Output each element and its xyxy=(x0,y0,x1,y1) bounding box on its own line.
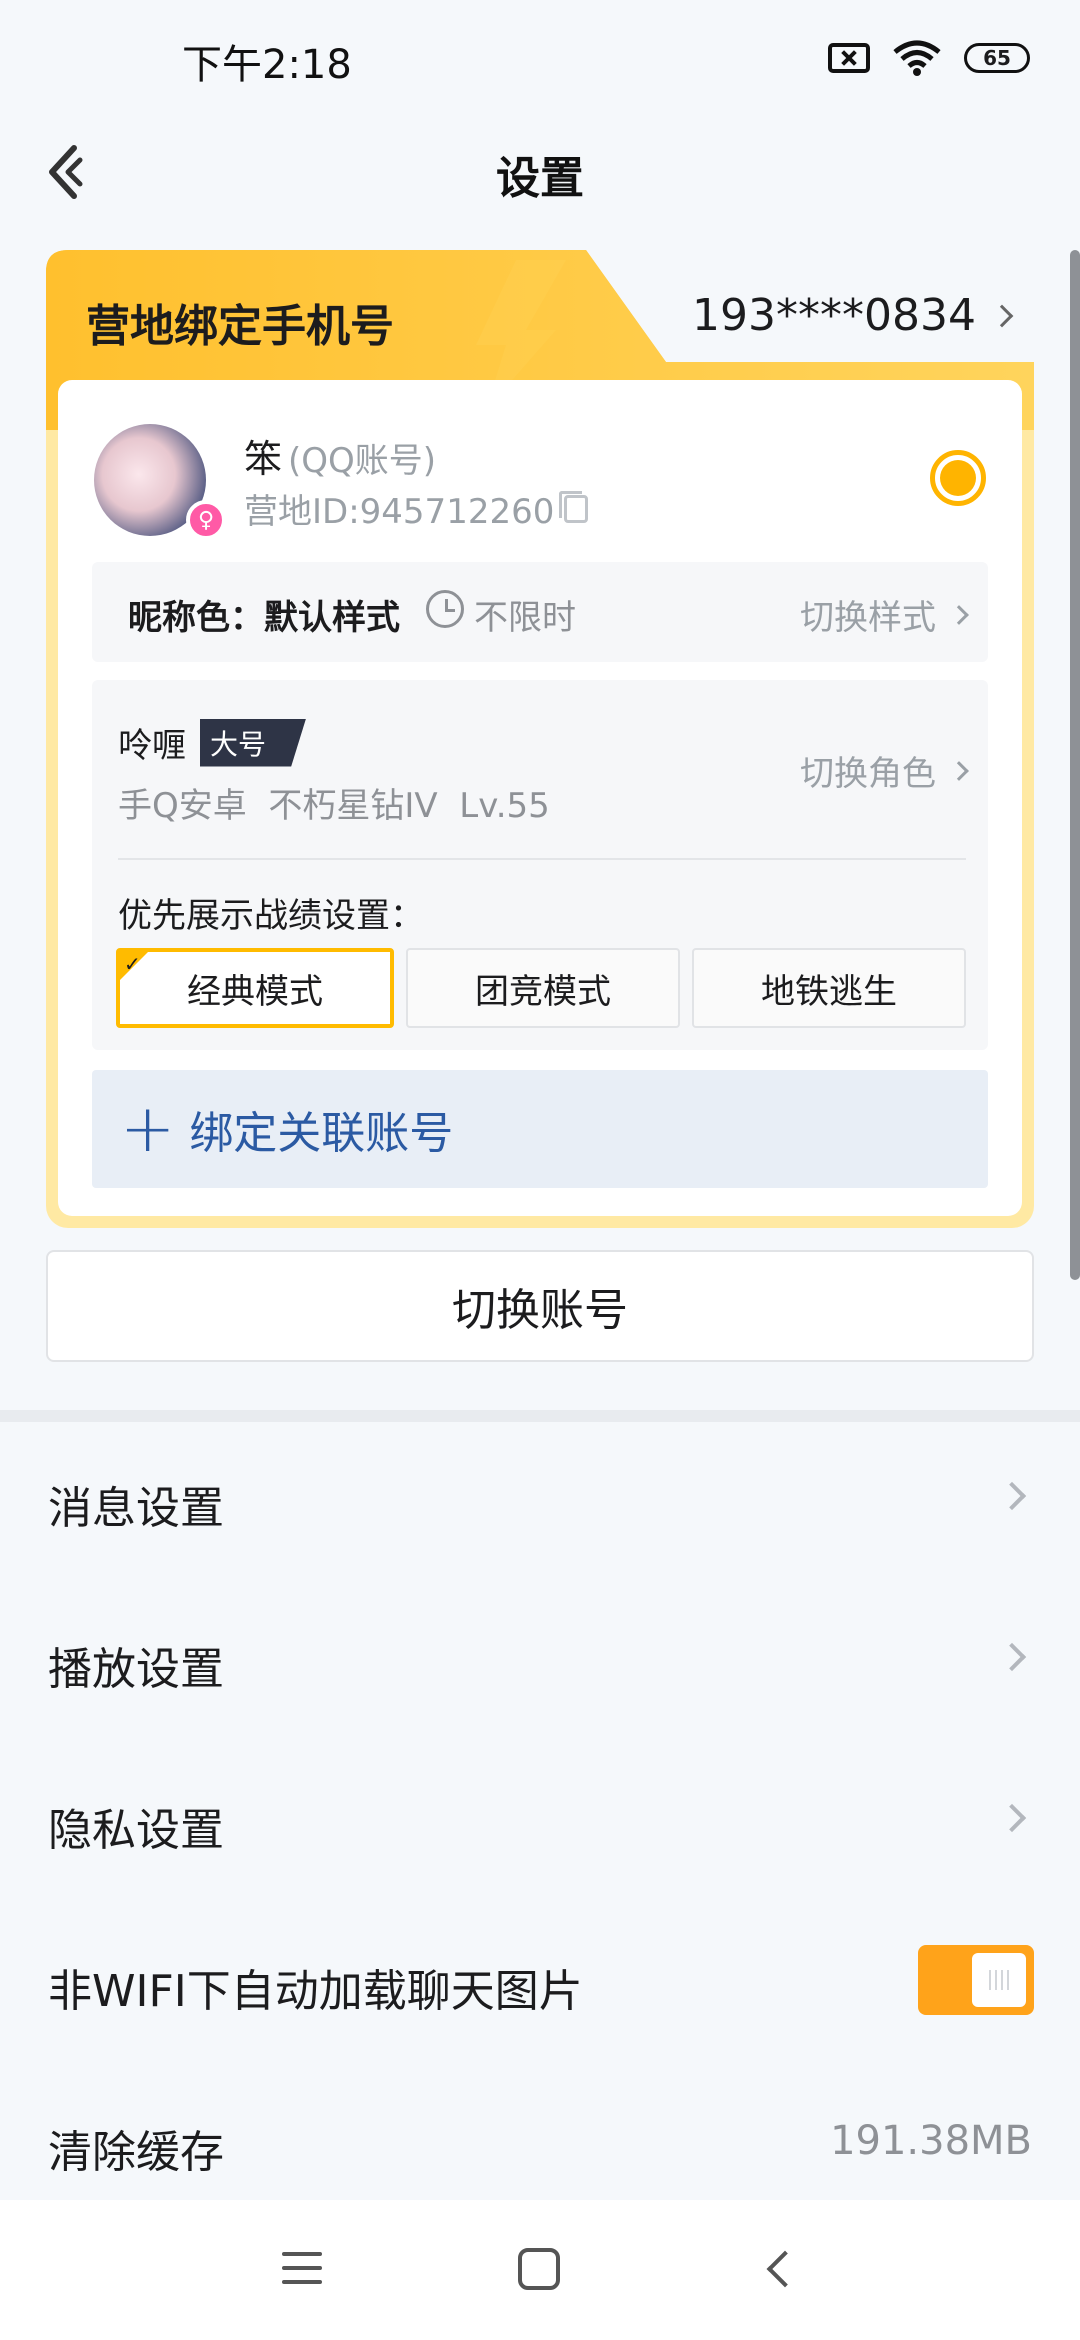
clock-icon xyxy=(426,590,464,628)
chevron-right-icon xyxy=(997,1481,1027,1511)
chevron-right-icon xyxy=(990,304,1014,327)
phone-number-link[interactable]: 193****0834 xyxy=(692,290,1014,341)
account-selected-radio[interactable] xyxy=(930,450,986,506)
switch-role-label: 切换角色 xyxy=(800,754,936,794)
role-name: 呤喱 xyxy=(118,726,186,766)
main-account-tag: 大号 xyxy=(200,718,307,767)
setting-playback[interactable]: 播放设置 xyxy=(0,1583,1080,1744)
nickname-color-title: 昵称色： xyxy=(128,598,264,638)
no-sim-icon xyxy=(828,43,870,73)
home-icon[interactable] xyxy=(518,2248,560,2290)
copy-icon[interactable] xyxy=(559,490,589,523)
battery-indicator: 65 xyxy=(964,43,1030,73)
app-header: 设置 xyxy=(0,120,1080,220)
mode-label: 经典模式 xyxy=(187,971,323,1012)
mode-selector: ✓ 经典模式 团竞模式 地铁逃生 xyxy=(116,948,966,1030)
plus-icon: + xyxy=(120,1090,176,1167)
gender-female-icon: ♀ xyxy=(186,500,226,540)
mode-label: 地铁逃生 xyxy=(761,971,897,1012)
setting-message[interactable]: 消息设置 xyxy=(0,1422,1080,1583)
wifi-icon xyxy=(893,40,941,76)
section-divider xyxy=(0,1410,1080,1422)
scroll-indicator xyxy=(1070,250,1080,1280)
camp-id[interactable]: 营地ID:945712260 xyxy=(244,484,589,533)
status-icons: 65 xyxy=(828,40,1030,76)
account-type: (QQ账号) xyxy=(288,441,437,481)
switch-role-button[interactable]: 切换角色 xyxy=(800,746,969,795)
system-nav-bar xyxy=(0,2200,1080,2340)
phone-number: 193****0834 xyxy=(692,290,976,341)
mode-classic-button[interactable]: ✓ 经典模式 xyxy=(116,948,394,1028)
status-time: 下午2:18 xyxy=(182,42,352,88)
role-info: 手Q安卓 不朽星钻IV Lv.55 xyxy=(118,786,550,826)
bind-linked-account-label: 绑定关联账号 xyxy=(189,1108,454,1159)
setting-label: 清除缓存 xyxy=(48,2127,224,2178)
setting-auto-load-images: 非WIFI下自动加载聊天图片 xyxy=(0,1905,1080,2066)
bind-linked-account-button[interactable]: + 绑定关联账号 xyxy=(92,1070,988,1188)
chevron-right-icon xyxy=(997,1803,1027,1833)
chevron-right-icon xyxy=(949,760,969,781)
mode-label: 团竞模式 xyxy=(475,971,611,1012)
user-nickname: 笨 xyxy=(244,437,283,481)
game-role-box: 呤喱 大号 手Q安卓 不朽星钻IV Lv.55 切换角色 优先展示战绩设置： ✓… xyxy=(92,680,988,1050)
chevron-right-icon xyxy=(997,1642,1027,1672)
user-name: 笨 (QQ账号) xyxy=(244,428,436,483)
mode-metro-button[interactable]: 地铁逃生 xyxy=(692,948,966,1028)
auto-load-images-toggle[interactable] xyxy=(918,1945,1034,2015)
camp-id-text: 营地ID:945712260 xyxy=(244,492,555,532)
phone-binding-label: 营地绑定手机号 xyxy=(86,301,394,352)
status-bar: 下午2:18 65 xyxy=(0,0,1080,120)
checkmark-icon: ✓ xyxy=(124,952,141,976)
account-card: 营地绑定手机号 193****0834 ♀ 笨 (QQ账号) 营地ID:94571… xyxy=(46,250,1034,1228)
divider xyxy=(118,858,966,860)
settings-list: 消息设置 播放设置 隐私设置 非WIFI下自动加载聊天图片 清除缓存 191.3… xyxy=(0,1422,1080,2227)
nickname-color-label: 昵称色：默认样式 xyxy=(128,590,400,639)
setting-label: 播放设置 xyxy=(48,1644,224,1695)
time-limit: 不限时 xyxy=(474,598,576,638)
switch-style-button[interactable]: 切换样式 xyxy=(800,590,969,639)
mode-team-button[interactable]: 团竞模式 xyxy=(406,948,680,1028)
card-body: ♀ 笨 (QQ账号) 营地ID:945712260 昵称色：默认样式 不限时 切换… xyxy=(58,380,1022,1216)
switch-account-button[interactable]: 切换账号 xyxy=(46,1250,1034,1362)
toggle-knob xyxy=(972,1953,1026,2007)
chevron-right-icon xyxy=(949,604,969,625)
nickname-color-row: 昵称色：默认样式 不限时 切换样式 xyxy=(92,562,988,662)
setting-privacy[interactable]: 隐私设置 xyxy=(0,1744,1080,1905)
page-title: 设置 xyxy=(496,153,584,204)
setting-label: 隐私设置 xyxy=(48,1805,224,1856)
record-display-label: 优先展示战绩设置： xyxy=(118,896,424,936)
role-name-row: 呤喱 大号 xyxy=(118,718,307,767)
back-icon[interactable] xyxy=(766,2250,804,2288)
switch-style-label: 切换样式 xyxy=(800,598,936,638)
setting-label: 非WIFI下自动加载聊天图片 xyxy=(48,1966,583,2017)
recent-apps-icon[interactable] xyxy=(282,2252,322,2294)
setting-label: 消息设置 xyxy=(48,1483,224,1534)
cache-size: 191.38MB xyxy=(830,2118,1032,2164)
nickname-color-value: 默认样式 xyxy=(264,598,400,638)
